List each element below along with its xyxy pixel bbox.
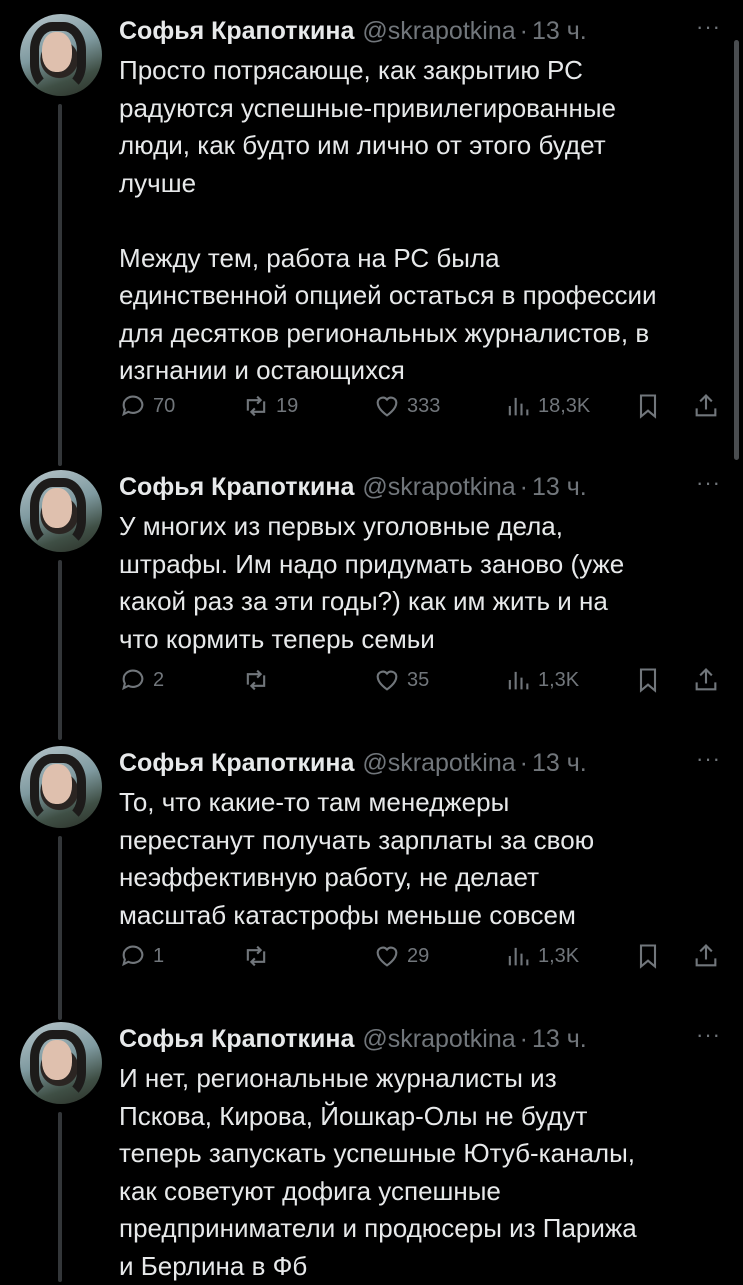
author-name[interactable]: Софья Крапоткина — [119, 473, 354, 502]
repost-button[interactable] — [242, 666, 270, 694]
reply-count: 1 — [153, 944, 165, 967]
action-bar: 2 35 1,3K — [119, 666, 729, 702]
author-handle[interactable]: @skrapotkina — [362, 749, 515, 778]
views-count: 1,3K — [538, 668, 580, 691]
repost-icon — [246, 669, 266, 691]
views-icon — [508, 947, 529, 966]
reply-count: 2 — [153, 668, 165, 691]
reply-button[interactable]: 2 — [119, 666, 164, 694]
timestamp[interactable]: 13 ч. — [532, 17, 587, 46]
more-icon[interactable]: ··· — [696, 1022, 721, 1048]
bookmark-icon — [639, 944, 657, 969]
timestamp[interactable]: 13 ч. — [532, 749, 587, 778]
avatar[interactable] — [20, 14, 102, 96]
thread-line — [58, 836, 62, 1020]
scrollbar[interactable] — [734, 40, 739, 460]
repost-button[interactable] — [242, 942, 270, 970]
like-count: 29 — [407, 944, 430, 967]
share-button[interactable] — [692, 942, 720, 970]
author-handle[interactable]: @skrapotkina — [362, 473, 515, 502]
tweet-header: Софья Крапоткина @skrapotkina · 13 ч. — [119, 746, 587, 780]
author-name[interactable]: Софья Крапоткина — [119, 1025, 354, 1054]
views-button[interactable]: 1,3K — [504, 666, 579, 694]
separator: · — [519, 1024, 528, 1053]
tweet-text: И нет, региональные журналисты из Пскова… — [119, 1063, 637, 1281]
more-icon[interactable]: ··· — [696, 14, 721, 40]
more-icon[interactable]: ··· — [696, 470, 721, 496]
share-button[interactable] — [692, 666, 720, 694]
separator: · — [519, 472, 528, 501]
author-name[interactable]: Софья Крапоткина — [119, 17, 354, 46]
timestamp[interactable]: 13 ч. — [532, 473, 587, 502]
author-name[interactable]: Софья Крапоткина — [119, 749, 354, 778]
heart-icon — [376, 946, 398, 967]
action-bar: 1 29 1,3K — [119, 942, 729, 978]
separator: · — [519, 748, 528, 777]
tweet-header: Софья Крапоткина @skrapotkina · 13 ч. — [119, 470, 587, 504]
reply-icon — [122, 669, 144, 691]
tweet-text: То, что какие-то там менеджеры перестану… — [119, 787, 595, 930]
views-icon — [508, 397, 529, 416]
views-count: 18,3K — [538, 394, 591, 417]
avatar[interactable] — [20, 746, 102, 828]
share-button[interactable] — [692, 392, 720, 420]
more-icon[interactable]: ··· — [696, 746, 721, 772]
reply-button[interactable]: 1 — [119, 942, 164, 970]
avatar[interactable] — [20, 470, 102, 552]
tweet-text: У многих из первых уголовные дела, штраф… — [119, 511, 625, 654]
timestamp[interactable]: 13 ч. — [532, 1025, 587, 1054]
thread-line — [58, 560, 62, 740]
views-button[interactable]: 1,3K — [504, 942, 579, 970]
bookmark-button[interactable] — [634, 392, 662, 420]
like-count: 333 — [407, 394, 441, 417]
views-icon — [508, 671, 529, 690]
tweet-header: Софья Крапоткина @skrapotkina · 13 ч. — [119, 1022, 587, 1056]
repost-count: 19 — [276, 394, 299, 417]
author-handle[interactable]: @skrapotkina — [362, 1025, 515, 1054]
bookmark-icon — [639, 394, 657, 419]
like-button[interactable]: 35 — [373, 666, 429, 694]
action-bar: 70 19 333 18,3K — [119, 392, 729, 428]
tweet-text: Просто потрясающе, как закрытию РС радую… — [119, 55, 657, 385]
bookmark-icon — [639, 668, 657, 693]
share-icon — [695, 394, 717, 417]
avatar[interactable] — [20, 1022, 102, 1104]
bookmark-button[interactable] — [634, 666, 662, 694]
like-count: 35 — [407, 668, 430, 691]
reply-count: 70 — [153, 394, 176, 417]
heart-icon — [376, 670, 398, 691]
share-icon — [695, 944, 717, 967]
views-count: 1,3K — [538, 944, 580, 967]
bookmark-button[interactable] — [634, 942, 662, 970]
repost-button[interactable]: 19 — [242, 392, 298, 420]
reply-icon — [122, 395, 144, 417]
repost-icon — [246, 945, 266, 967]
views-button[interactable]: 18,3K — [504, 392, 590, 420]
tweet-header: Софья Крапоткина @skrapotkina · 13 ч. — [119, 14, 587, 48]
separator: · — [519, 16, 528, 45]
share-icon — [695, 668, 717, 691]
reply-button[interactable]: 70 — [119, 392, 175, 420]
thread-line — [58, 1112, 62, 1282]
reply-icon — [122, 945, 144, 967]
thread-line — [58, 104, 62, 466]
author-handle[interactable]: @skrapotkina — [362, 17, 515, 46]
like-button[interactable]: 29 — [373, 942, 429, 970]
heart-icon — [376, 396, 398, 417]
repost-icon — [246, 395, 266, 417]
like-button[interactable]: 333 — [373, 392, 440, 420]
